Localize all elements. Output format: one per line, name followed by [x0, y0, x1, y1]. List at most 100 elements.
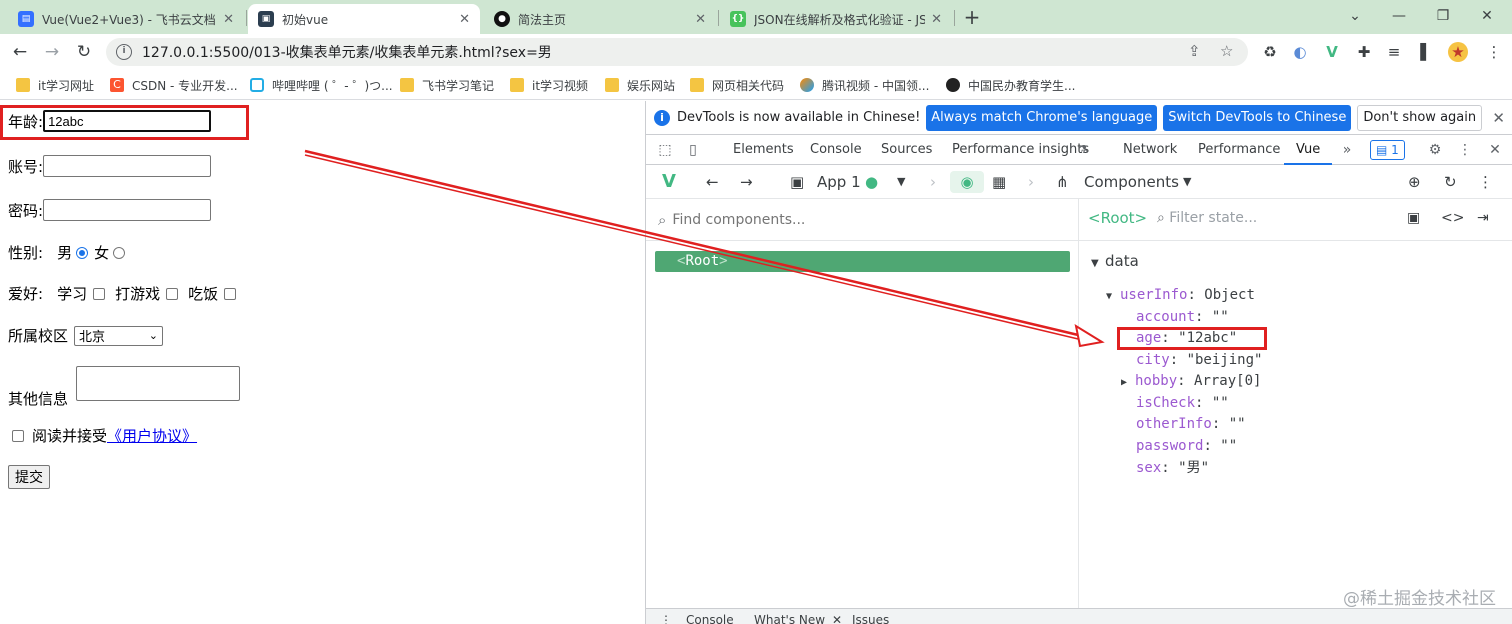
more-tabs-icon[interactable]: » — [1338, 141, 1356, 159]
tab-elements[interactable]: Elements — [733, 135, 794, 165]
password-input[interactable] — [43, 199, 212, 221]
close-icon[interactable]: ✕ — [832, 613, 842, 624]
state-entry-city[interactable]: city: "beijing" — [1136, 350, 1262, 370]
bookmark-item[interactable]: 飞书学习笔记 — [400, 76, 494, 94]
state-entry-sex[interactable]: sex: "男" — [1136, 458, 1209, 478]
scroll-to-component-icon[interactable]: ⇥ — [1477, 210, 1489, 226]
menu-icon[interactable]: ⋮ — [1484, 42, 1504, 62]
tab-feishu[interactable]: ▤ Vue(Vue2+Vue3) - 飞书云文档 ✕ — [8, 4, 244, 34]
tab-performance[interactable]: Performance — [1198, 135, 1280, 165]
bookmark-item[interactable]: 中国民办教育学生... — [946, 76, 1075, 94]
dont-show-again-button[interactable]: Don't show again — [1357, 104, 1483, 131]
puzzle-icon[interactable]: ✚ — [1354, 42, 1374, 62]
chevron-down-icon[interactable]: ▼ — [1183, 171, 1191, 193]
more-options-icon[interactable]: ⋮ — [1456, 141, 1474, 159]
campus-select[interactable]: 北京 ⌄ — [74, 325, 164, 346]
forward-icon[interactable]: → — [40, 40, 64, 64]
close-icon[interactable]: ✕ — [459, 12, 470, 27]
inspect-dom-icon[interactable]: ▣ — [1407, 210, 1420, 226]
side-panel-icon[interactable]: ▌ — [1416, 42, 1436, 62]
bookmark-item[interactable]: 哔哩哔哩 ( ゜- ゜)つ... — [250, 76, 393, 94]
tab-console[interactable]: Console — [810, 135, 862, 165]
reload-icon[interactable]: ↻ — [72, 40, 96, 64]
inspect-element-icon[interactable]: ⬚ — [656, 141, 674, 159]
address-bar[interactable]: i 127.0.0.1:5500/013-收集表单元素/收集表单元素.html?… — [106, 38, 1248, 66]
compass-icon[interactable]: ◉ — [950, 171, 984, 193]
forward-icon[interactable]: → — [740, 171, 753, 193]
hobby-eat-checkbox[interactable] — [224, 287, 237, 300]
drawer-tab-issues[interactable]: Issues — [852, 613, 889, 624]
submit-button[interactable]: 提交 — [8, 465, 50, 489]
tab-network[interactable]: Network — [1123, 135, 1177, 165]
hobby-study-checkbox[interactable] — [93, 287, 106, 300]
issues-badge[interactable]: ▤ 1 — [1370, 140, 1405, 160]
info-icon[interactable]: i — [116, 44, 132, 60]
hobby-game-checkbox[interactable] — [166, 287, 179, 300]
user-agreement-link[interactable]: 《用户协议》 — [107, 425, 197, 446]
tab-vue[interactable]: Vue — [1284, 135, 1333, 165]
bookmark-item[interactable]: 腾讯视频 - 中国领... — [800, 76, 929, 94]
state-entry-password[interactable]: password: "" — [1136, 436, 1237, 456]
state-entry-userinfo[interactable]: ▼ userInfo: Object — [1106, 285, 1255, 305]
component-root-row[interactable]: <Root> — [655, 251, 1070, 272]
vue-devtools-icon[interactable]: V — [1322, 42, 1342, 62]
tab-performance-insights[interactable]: Performance insights — [952, 135, 1089, 165]
reading-list-icon[interactable]: ≡ — [1384, 42, 1404, 62]
filter-state-input[interactable]: ⌕ Filter state... — [1157, 210, 1257, 226]
state-entry-hobby[interactable]: ▶ hobby: Array[0] — [1121, 371, 1261, 391]
switch-to-chinese-button[interactable]: Switch DevTools to Chinese — [1163, 104, 1352, 131]
bookmark-item[interactable]: C CSDN - 专业开发... — [110, 76, 238, 94]
chevron-down-icon[interactable]: ▼ — [897, 171, 905, 193]
state-entry-ischeck[interactable]: isCheck: "" — [1136, 393, 1229, 413]
drawer-tab-whats-new[interactable]: What's New — [754, 613, 825, 624]
always-match-language-button[interactable]: Always match Chrome's language — [926, 104, 1158, 131]
minimize-icon[interactable]: — — [1384, 4, 1414, 28]
device-toggle-icon[interactable]: ▯ — [684, 141, 702, 159]
url-text[interactable]: 127.0.0.1:5500/013-收集表单元素/收集表单元素.html?se… — [142, 42, 552, 62]
other-textarea[interactable] — [76, 366, 241, 401]
close-devtools-icon[interactable]: ✕ — [1486, 141, 1504, 159]
agree-checkbox[interactable] — [12, 429, 24, 442]
more-options-icon[interactable]: ⋮ — [1478, 171, 1493, 193]
tab-jianfa[interactable]: ● 简法主页 ✕ — [484, 4, 716, 34]
recycle-extension-icon[interactable]: ♻ — [1260, 42, 1280, 62]
maximize-icon[interactable]: ❐ — [1428, 4, 1458, 28]
target-icon[interactable]: ⊕ — [1408, 171, 1421, 193]
bookmark-item[interactable]: 网页相关代码 — [690, 76, 784, 94]
gear-icon[interactable]: ⚙ — [1426, 141, 1444, 159]
close-icon[interactable]: ✕ — [695, 12, 706, 27]
share-icon[interactable]: ⇪ — [1188, 42, 1201, 60]
bookmark-item[interactable]: it学习视频 — [510, 76, 588, 94]
find-components-input[interactable] — [672, 211, 1033, 228]
components-selector[interactable]: Components — [1084, 171, 1179, 193]
male-radio[interactable] — [76, 246, 89, 259]
back-icon[interactable]: ← — [8, 40, 32, 64]
window-close-icon[interactable]: ✕ — [1472, 4, 1502, 28]
data-section[interactable]: ▼ data — [1091, 251, 1139, 271]
account-input[interactable] — [43, 155, 212, 177]
refresh-icon[interactable]: ↻ — [1444, 171, 1457, 193]
drawer-menu-icon[interactable]: ⋮ — [660, 613, 672, 624]
state-entry-account[interactable]: account: "" — [1136, 307, 1229, 327]
close-icon[interactable]: ✕ — [931, 12, 942, 27]
avatar[interactable]: ★ — [1448, 42, 1468, 62]
bookmark-item[interactable]: 娱乐网站 — [605, 76, 675, 94]
open-source-icon[interactable]: <> — [1441, 210, 1464, 226]
female-radio[interactable] — [113, 246, 126, 259]
app-selector[interactable]: App 1 — [817, 171, 861, 193]
tab-json[interactable]: {} JSON在线解析及格式化验证 - JS ✕ — [720, 4, 952, 34]
timeline-icon[interactable]: ▦ — [992, 171, 1006, 193]
campus-label: 所属校区 — [8, 327, 69, 345]
drawer-tab-console[interactable]: Console — [686, 613, 734, 624]
tab-search-icon[interactable]: ⌄ — [1340, 4, 1370, 28]
state-entry-otherinfo[interactable]: otherInfo: "" — [1136, 414, 1246, 434]
tab-sources[interactable]: Sources — [881, 135, 932, 165]
back-icon[interactable]: ← — [706, 171, 719, 193]
new-tab-button[interactable]: + — [960, 5, 984, 29]
extension-icon[interactable]: ◐ — [1290, 42, 1310, 62]
close-icon[interactable]: ✕ — [223, 12, 234, 27]
bookmark-star-icon[interactable]: ☆ — [1220, 42, 1233, 60]
bookmark-item[interactable]: it学习网址 — [16, 76, 94, 94]
tab-initial-vue[interactable]: ▣ 初始vue ✕ — [248, 4, 480, 34]
close-icon[interactable]: ✕ — [1492, 109, 1505, 127]
